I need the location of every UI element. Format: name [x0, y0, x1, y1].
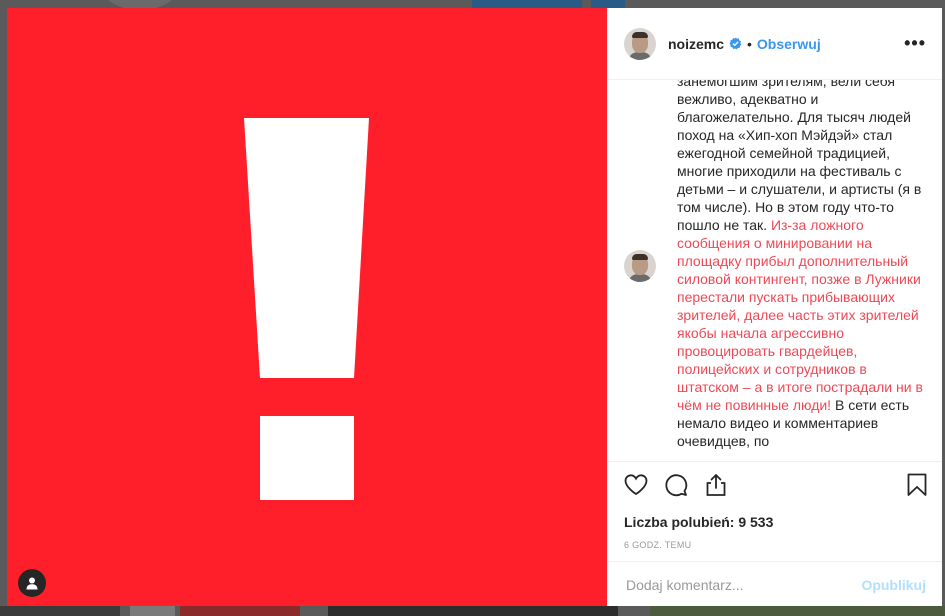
- caption-highlight-text: Из-за ложного сообщения о минировании на…: [677, 217, 923, 413]
- publish-button[interactable]: Opublikuj: [861, 577, 926, 593]
- comment-icon[interactable]: [663, 472, 689, 498]
- post-header: noizemc • Obserwuj •••: [608, 8, 942, 80]
- background-thumbnail: [328, 606, 618, 616]
- follow-button[interactable]: Obserwuj: [757, 36, 821, 52]
- heart-icon[interactable]: [623, 472, 649, 498]
- share-icon[interactable]: [703, 472, 729, 498]
- user-tag-icon[interactable]: [18, 569, 46, 597]
- bookmark-icon[interactable]: [904, 472, 930, 498]
- caption-text: занемогшим зрителям, вели себя вежливо, …: [677, 80, 922, 233]
- likes-count[interactable]: Liczba polubień: 9 533: [624, 514, 773, 530]
- background-thumbnail: [0, 606, 120, 616]
- background-button: [472, 0, 582, 8]
- post-timestamp[interactable]: 6 GODZ. TEMU: [624, 540, 691, 550]
- verified-badge-icon: [729, 37, 742, 50]
- background-thumbnail: [180, 606, 300, 616]
- username-link[interactable]: noizemc: [668, 36, 724, 52]
- comments-area[interactable]: занемогшим зрителям, вели себя вежливо, …: [608, 80, 942, 461]
- background-thumbnail: [130, 606, 175, 616]
- post-caption: занемогшим зрителям, вели себя вежливо, …: [677, 80, 927, 450]
- add-comment-section: Opublikuj: [608, 561, 942, 607]
- post-actions: Liczba polubień: 9 533 6 GODZ. TEMU Opub…: [608, 461, 942, 607]
- post-sidebar: noizemc • Obserwuj ••• занемогшим зрител…: [607, 8, 942, 606]
- comment-input[interactable]: [624, 575, 862, 594]
- more-options-icon[interactable]: •••: [904, 33, 926, 54]
- post-modal: noizemc • Obserwuj ••• занемогшим зрител…: [7, 8, 942, 606]
- post-image[interactable]: [7, 8, 607, 606]
- avatar[interactable]: [624, 27, 656, 60]
- separator-dot: •: [747, 35, 752, 52]
- background-thumbnail: [650, 606, 945, 616]
- background-button: [591, 0, 625, 8]
- exclamation-mark-graphic: [244, 118, 369, 500]
- avatar[interactable]: [624, 250, 656, 282]
